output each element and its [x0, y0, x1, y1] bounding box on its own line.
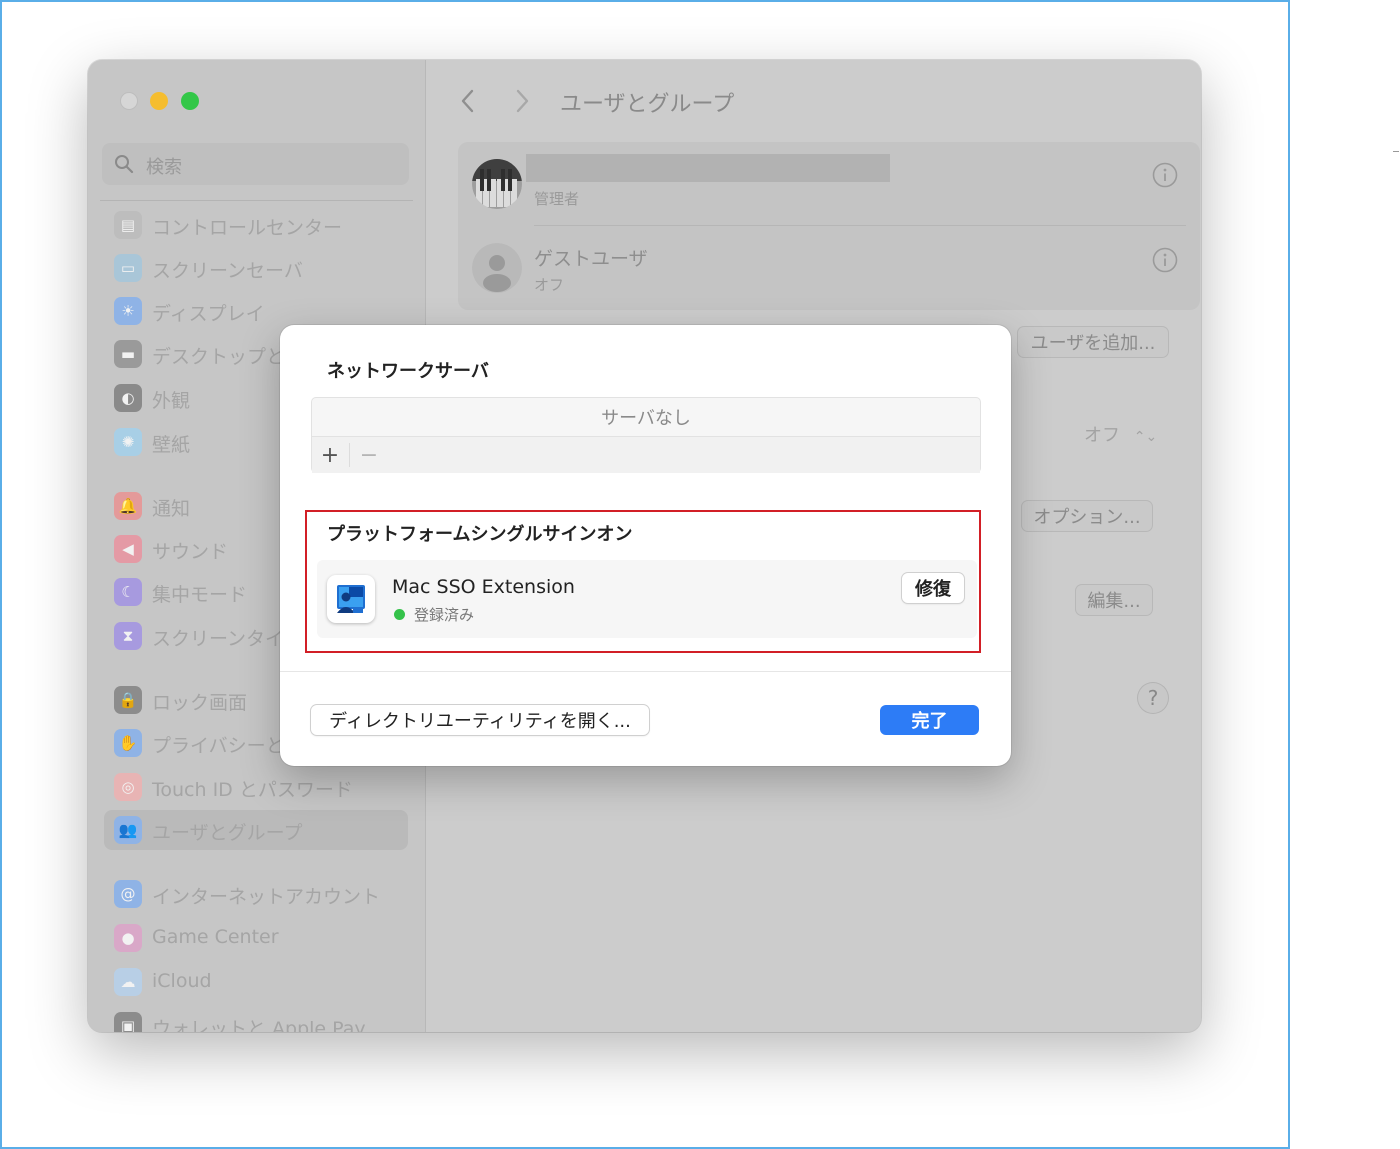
users-list: 管理者 ゲストユーザ オフ [458, 142, 1200, 310]
desktop-icon: ▬ [114, 340, 142, 368]
network-servers-title: ネットワークサーバ [327, 361, 489, 382]
focus-icon: ☾ [114, 578, 142, 606]
sso-extension-icon [327, 575, 375, 623]
done-button[interactable]: 完了 [880, 705, 979, 735]
sidebar-item-label: 壁紙 [152, 434, 191, 456]
sidebar-item-label: コントロールセンター [152, 217, 343, 239]
toolbar-divider [349, 443, 350, 467]
wallpaper-icon: ✺ [114, 428, 142, 456]
sidebar-item-label: スクリーンタイ [152, 628, 285, 650]
info-icon[interactable] [1152, 162, 1178, 188]
display-icon: ☀ [114, 297, 142, 325]
fingerprint-icon: ◎ [114, 773, 142, 801]
appearance-icon: ◐ [114, 384, 142, 412]
sidebar-item-label: iCloud [152, 970, 212, 992]
page-title: ユーザとグループ [560, 92, 735, 117]
sidebar-item-label: スクリーンセーバ [152, 260, 303, 282]
directory-servers-dialog: ネットワークサーバ サーバなし + − プラットフォームシングルサインオン Ma… [280, 325, 1011, 766]
user-role: オフ [534, 276, 565, 294]
piano-avatar-icon [472, 159, 522, 209]
options-button[interactable]: オプション... [1022, 501, 1152, 531]
server-list-toolbar: + − [312, 436, 980, 473]
sidebar-item[interactable]: @ インターネットアカウント [104, 874, 408, 914]
sidebar-item[interactable]: ▤ コントロールセンター [104, 205, 408, 245]
sidebar-item-label: 外観 [152, 390, 191, 412]
sidebar-item-label: プライバシーと [152, 735, 285, 757]
autologin-value-text: オフ [1084, 425, 1120, 446]
sidebar-item-label: ユーザとグループ [152, 822, 303, 844]
repair-button[interactable]: 修復 [902, 573, 964, 603]
updown-chevron-icon: ⌃⌄ [1133, 429, 1158, 445]
no-server-text: サーバなし [601, 408, 691, 429]
search-input[interactable]: 検索 [102, 143, 409, 185]
user-role: 管理者 [534, 190, 580, 208]
open-directory-utility-button[interactable]: ディレクトリユーティリティを開く... [311, 705, 649, 735]
sidebar-item[interactable]: 👥 ユーザとグループ [104, 810, 408, 850]
avatar [472, 243, 522, 293]
user-name: ゲストユーザ [534, 248, 648, 270]
sidebar-item[interactable]: ▭ スクリーンセーバ [104, 248, 408, 288]
sso-extension-name: Mac SSO Extension [392, 576, 575, 598]
redacted-user-name [526, 154, 890, 182]
help-button[interactable]: ? [1138, 683, 1168, 713]
edit-button[interactable]: 編集... [1076, 585, 1152, 615]
sso-extension-row[interactable]: Mac SSO Extension 登録済み 修復 [317, 560, 977, 638]
sidebar-item-label: ウォレットと Apple Pay [152, 1018, 366, 1032]
sidebar-item-label: 通知 [152, 498, 191, 520]
info-icon[interactable] [1152, 247, 1178, 273]
sidebar-item[interactable]: ● Game Center [104, 918, 408, 958]
add-user-button[interactable]: ユーザを追加... [1018, 327, 1168, 357]
notifications-icon: 🔔 [114, 492, 142, 520]
sidebar-item-label: ロック画面 [152, 692, 248, 714]
sidebar-item-label: 集中モード [152, 584, 248, 606]
search-placeholder: 検索 [146, 157, 182, 178]
avatar [472, 159, 522, 209]
user-row-admin[interactable]: 管理者 [458, 142, 1200, 226]
screensaver-icon: ▭ [114, 254, 142, 282]
screentime-icon: ⧗ [114, 622, 142, 650]
sidebar-item-label: デスクトップと [152, 346, 286, 368]
add-server-button[interactable]: + [313, 441, 347, 469]
lock-icon: 🔒 [114, 686, 142, 714]
forward-chevron-icon[interactable] [512, 88, 532, 114]
sidebar-item[interactable]: ◎ Touch ID とパスワード [104, 767, 408, 807]
close-window-button[interactable] [120, 92, 138, 110]
user-row-guest[interactable]: ゲストユーザ オフ [458, 226, 1200, 310]
zoom-window-button[interactable] [181, 92, 199, 110]
wallet-icon: ▣ [114, 1012, 142, 1032]
sidebar-item[interactable]: ▣ ウォレットと Apple Pay [104, 1006, 408, 1032]
icloud-icon: ☁ [114, 968, 142, 996]
back-chevron-icon[interactable] [458, 88, 478, 114]
server-list[interactable]: サーバなし + − [311, 397, 981, 473]
search-icon [115, 155, 134, 174]
sso-status-text: 登録済み [414, 606, 475, 624]
sidebar-item-label: Touch ID とパスワード [152, 779, 353, 801]
sso-section-title: プラットフォームシングルサインオン [327, 524, 633, 545]
edge-mark [1393, 151, 1399, 152]
sidebar-item-label: インターネットアカウント [152, 886, 381, 908]
sidebar-item-label: ディスプレイ [152, 303, 265, 325]
privacy-icon: ✋ [114, 729, 142, 757]
person-avatar-icon [472, 243, 522, 293]
sidebar-divider [100, 200, 413, 201]
minimize-window-button[interactable] [150, 92, 168, 110]
sidebar-item-label: サウンド [152, 541, 229, 563]
sidebar-item-label: Game Center [152, 926, 279, 948]
users-icon: 👥 [114, 816, 142, 844]
autologin-value[interactable]: オフ ⌃⌄ [1084, 421, 1157, 447]
internet-accounts-icon: @ [114, 880, 142, 908]
control-center-icon: ▤ [114, 211, 142, 239]
registered-status-dot [394, 609, 405, 620]
sound-icon: ◀ [114, 535, 142, 563]
sidebar-item[interactable]: ☁ iCloud [104, 962, 408, 1002]
footer-divider [280, 671, 1011, 672]
remove-server-button[interactable]: − [352, 441, 386, 469]
game-center-icon: ● [114, 924, 142, 952]
